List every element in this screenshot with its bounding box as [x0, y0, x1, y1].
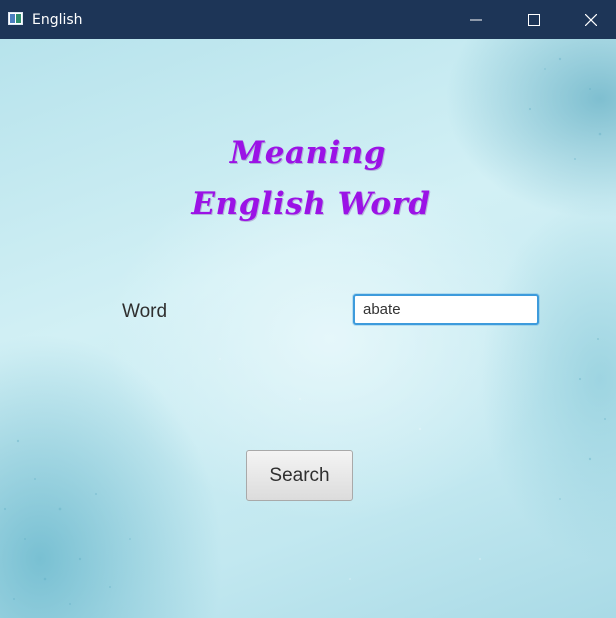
minimize-button[interactable] — [453, 0, 499, 39]
title-bar[interactable]: English — [0, 0, 616, 39]
maximize-button[interactable] — [511, 0, 557, 39]
window-title: English — [32, 12, 83, 28]
search-button[interactable]: Search — [246, 450, 353, 501]
word-input[interactable] — [353, 294, 539, 325]
background-texture — [3, 57, 606, 605]
word-label: Word — [122, 301, 168, 322]
close-button[interactable] — [568, 0, 614, 39]
main-panel: Meaning English Word Word Search — [0, 39, 616, 618]
maximize-icon — [528, 14, 540, 26]
close-icon — [585, 14, 597, 26]
heading-meaning: Meaning — [229, 135, 387, 171]
minimize-icon — [470, 19, 482, 21]
heading-english-word: English Word — [191, 186, 431, 222]
app-window-icon — [8, 12, 23, 25]
app-window: English Meaning English Word Word abate … — [0, 0, 616, 618]
